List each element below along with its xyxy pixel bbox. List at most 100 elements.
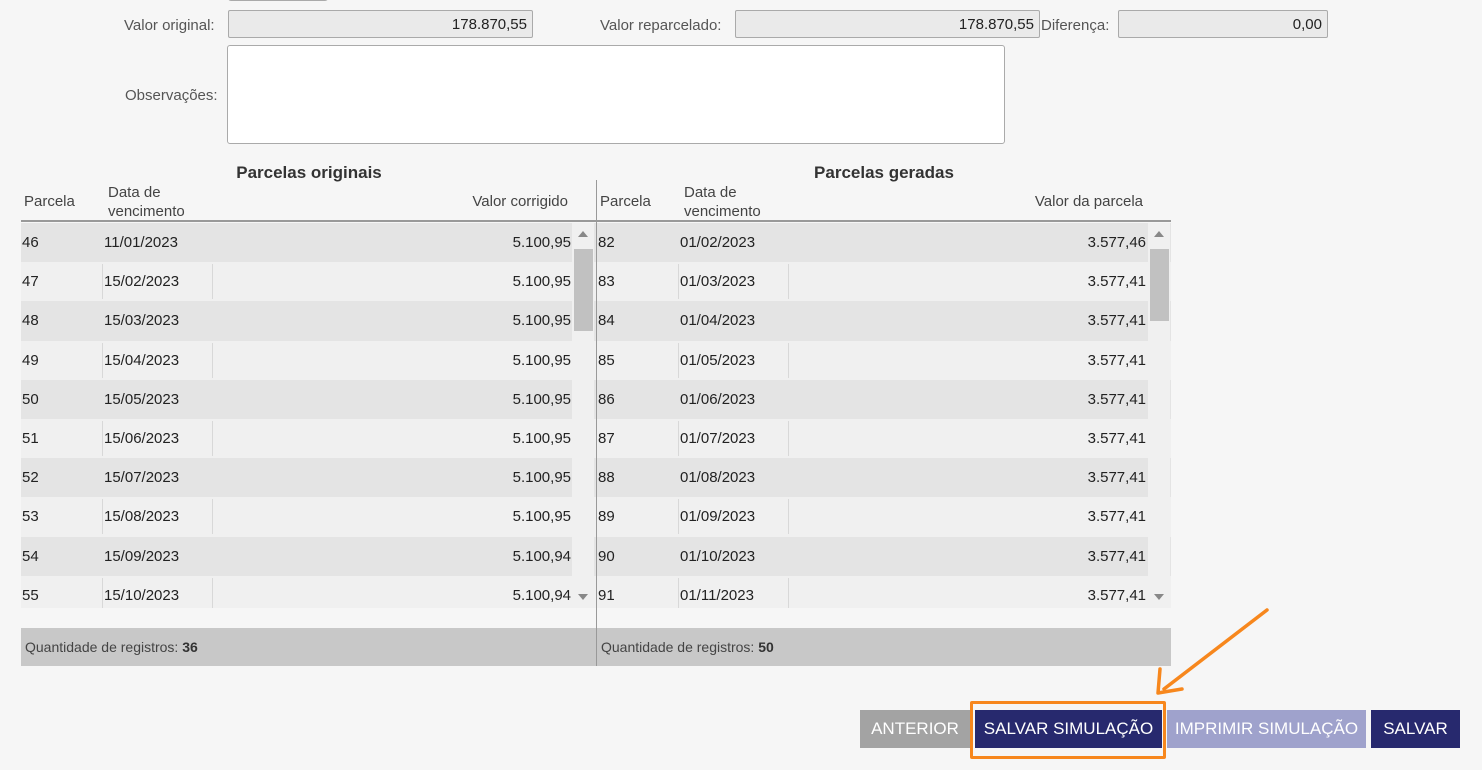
- table-row[interactable]: 48 15/03/2023 5.100,95: [21, 301, 596, 341]
- cell-valor: 5.100,95: [512, 429, 571, 447]
- table-row[interactable]: 50 15/05/2023 5.100,95: [21, 379, 596, 419]
- grid-body: 46 11/01/2023 5.100,95 47 15/02/2023 5.100,95…: [21, 223, 596, 608]
- table-row[interactable]: 89 01/09/2023 3.577,41: [597, 497, 1171, 537]
- table-row[interactable]: 55 15/10/2023 5.100,94: [21, 575, 596, 608]
- table-row[interactable]: 82 01/02/2023 3.577,46: [597, 223, 1171, 263]
- annotation-arrow-icon: [1156, 608, 1269, 695]
- table-row[interactable]: 54 15/09/2023 5.100,94: [21, 536, 596, 576]
- salvar-button[interactable]: SALVAR: [1371, 710, 1460, 748]
- scroll-down-icon[interactable]: [1154, 594, 1164, 600]
- cell-data-vencimento: 01/09/2023: [680, 508, 756, 526]
- cell-divider: [212, 420, 213, 456]
- col-valor-header[interactable]: Valor da parcela: [1035, 194, 1143, 210]
- cell-parcela: 49: [22, 351, 39, 369]
- cell-parcela: 53: [22, 508, 39, 526]
- scroll-up-icon[interactable]: [578, 231, 588, 237]
- cell-data-vencimento: 01/02/2023: [680, 234, 756, 251]
- cell-valor: 5.100,94: [512, 586, 571, 604]
- table-row[interactable]: 85 01/05/2023 3.577,41: [597, 340, 1171, 380]
- scroll-thumb[interactable]: [1150, 249, 1169, 321]
- cell-data-vencimento: 15/08/2023: [104, 508, 180, 526]
- table-row[interactable]: 88 01/08/2023 3.577,41: [597, 458, 1171, 498]
- cell-data-vencimento: 01/05/2023: [680, 351, 756, 369]
- cell-parcela: 87: [598, 429, 615, 447]
- cell-parcela: 51: [22, 429, 39, 447]
- cell-valor: 5.100,95: [512, 351, 571, 369]
- cell-data-vencimento: 15/09/2023: [104, 547, 180, 565]
- cell-valor: 3.577,41: [1087, 586, 1146, 604]
- cell-valor: 3.577,46: [1087, 234, 1146, 251]
- table-row[interactable]: 51 15/06/2023 5.100,95: [21, 418, 596, 459]
- cell-parcela: 85: [598, 351, 615, 369]
- cell-divider: [212, 499, 213, 535]
- observacoes-textarea[interactable]: [227, 45, 1005, 144]
- records-count-label: Quantidade de registros:: [25, 639, 179, 655]
- observacoes-label: Observações:: [125, 87, 218, 104]
- cell-valor: 3.577,41: [1087, 547, 1146, 565]
- table-row[interactable]: 52 15/07/2023 5.100,95: [21, 458, 596, 498]
- cell-data-vencimento: 15/07/2023: [104, 469, 180, 487]
- valor-original-label: Valor original:: [124, 17, 215, 34]
- valor-reparcelado-label: Valor reparcelado:: [600, 17, 722, 34]
- anterior-button[interactable]: ANTERIOR: [860, 710, 970, 748]
- records-count-value: 36: [182, 639, 198, 655]
- cell-data-vencimento: 15/04/2023: [104, 351, 180, 369]
- cell-divider: [788, 342, 789, 378]
- col-data-header-line2[interactable]: vencimento: [108, 204, 185, 220]
- table-row[interactable]: 47 15/02/2023 5.100,95: [21, 262, 596, 302]
- cell-data-vencimento: 01/08/2023: [680, 469, 756, 487]
- scroll-up-icon[interactable]: [1154, 231, 1164, 237]
- parcelas-geradas-grid: Parcela Data de vencimento Valor da parc…: [596, 180, 1171, 666]
- cell-data-vencimento: 01/04/2023: [680, 312, 756, 330]
- cell-divider: [678, 264, 679, 300]
- records-count-label: Quantidade de registros:: [601, 639, 755, 655]
- col-parcela-header[interactable]: Parcela: [600, 194, 651, 210]
- cell-valor: 5.100,95: [512, 234, 571, 251]
- cell-parcela: 88: [598, 469, 615, 487]
- table-row[interactable]: 87 01/07/2023 3.577,41: [597, 418, 1171, 459]
- cell-valor: 5.100,94: [512, 547, 571, 565]
- cell-parcela: 47: [22, 273, 39, 291]
- vertical-scrollbar[interactable]: [1148, 223, 1170, 608]
- cell-valor: 5.100,95: [512, 390, 571, 408]
- cell-valor: 3.577,41: [1087, 312, 1146, 330]
- cell-valor: 3.577,41: [1087, 351, 1146, 369]
- col-valor-header[interactable]: Valor corrigido: [472, 194, 568, 210]
- col-parcela-header[interactable]: Parcela: [24, 194, 75, 210]
- cell-divider: [102, 420, 103, 456]
- cell-divider: [212, 342, 213, 378]
- cell-data-vencimento: 01/11/2023: [680, 586, 754, 604]
- scroll-thumb[interactable]: [574, 249, 593, 331]
- cell-divider: [678, 342, 679, 378]
- table-row[interactable]: 90 01/10/2023 3.577,41: [597, 536, 1171, 576]
- cell-divider: [212, 264, 213, 300]
- cell-data-vencimento: 01/07/2023: [680, 429, 756, 447]
- cell-parcela: 83: [598, 273, 615, 291]
- cell-parcela: 91: [598, 586, 615, 604]
- table-row[interactable]: 84 01/04/2023 3.577,41: [597, 301, 1171, 341]
- table-row[interactable]: 49 15/04/2023 5.100,95: [21, 340, 596, 380]
- diferenca-label: Diferença:: [1041, 17, 1110, 34]
- grid-body: 82 01/02/2023 3.577,46 83 01/03/2023 3.577,41…: [597, 223, 1171, 608]
- table-row[interactable]: 91 01/11/2023 3.577,41: [597, 575, 1171, 608]
- table-row[interactable]: 83 01/03/2023 3.577,41: [597, 262, 1171, 302]
- cell-data-vencimento: 01/10/2023: [680, 547, 756, 565]
- imprimir-simulacao-button[interactable]: IMPRIMIR SIMULAÇÃO: [1167, 710, 1366, 748]
- table-row[interactable]: 53 15/08/2023 5.100,95: [21, 497, 596, 537]
- cell-valor: 5.100,95: [512, 508, 571, 526]
- cell-valor: 3.577,41: [1087, 273, 1146, 291]
- col-data-header-line1[interactable]: Data de: [108, 185, 161, 201]
- table-row[interactable]: 46 11/01/2023 5.100,95: [21, 223, 596, 263]
- cell-parcela: 54: [22, 547, 39, 565]
- cell-data-vencimento: 15/02/2023: [104, 273, 180, 291]
- scroll-down-icon[interactable]: [578, 594, 588, 600]
- vertical-scrollbar[interactable]: [572, 223, 594, 608]
- cell-valor: 3.577,41: [1087, 508, 1146, 526]
- table-row[interactable]: 86 01/06/2023 3.577,41: [597, 379, 1171, 419]
- col-data-header-line1[interactable]: Data de: [684, 185, 737, 201]
- grid-header: Parcela Data de vencimento Valor corrigi…: [21, 180, 596, 222]
- cell-parcela: 52: [22, 469, 39, 487]
- cell-valor: 5.100,95: [512, 312, 571, 330]
- col-data-header-line2[interactable]: vencimento: [684, 204, 761, 220]
- cell-data-vencimento: 01/06/2023: [680, 390, 756, 408]
